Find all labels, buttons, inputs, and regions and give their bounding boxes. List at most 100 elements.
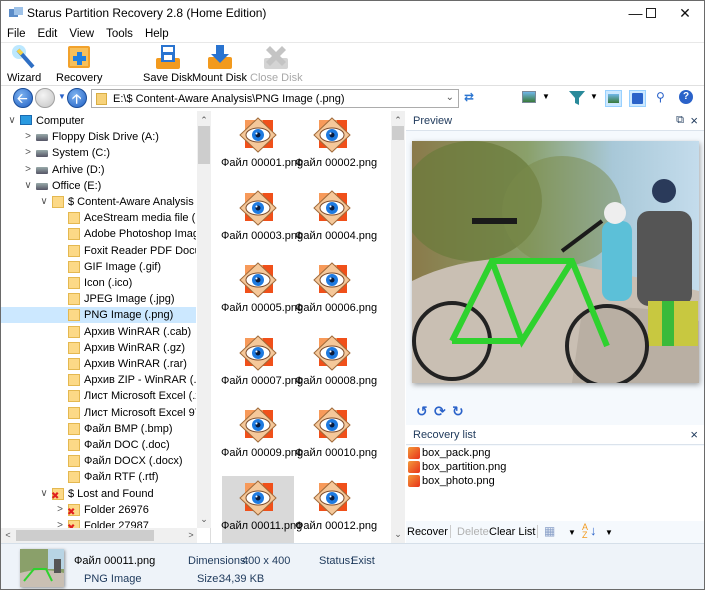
tree-item[interactable]: Файл DOC (.doc): [1, 437, 196, 453]
collapse-chevron-icon[interactable]: ∨: [39, 194, 49, 210]
view-dropdown-icon[interactable]: ▼: [542, 92, 550, 101]
expand-chevron-icon[interactable]: >: [55, 502, 65, 518]
scroll-up-icon[interactable]: ⌃: [391, 113, 405, 127]
maximize-button[interactable]: [637, 1, 665, 25]
address-dropdown-icon[interactable]: ⌄: [446, 92, 454, 103]
clear-list-button[interactable]: Clear List: [489, 526, 535, 538]
menu-view[interactable]: View: [63, 26, 100, 42]
tree-item[interactable]: Adobe Photoshop Image.1: [1, 226, 196, 242]
up-button[interactable]: 🡡: [67, 88, 87, 108]
refresh-icon[interactable]: ⇄: [464, 90, 474, 104]
tree-item[interactable]: Лист Microsoft Excel (.xlsx): [1, 388, 196, 404]
file-item[interactable]: Файл 00010.png: [295, 403, 377, 471]
tree-item[interactable]: Архив WinRAR (.rar): [1, 356, 196, 372]
tree-item[interactable]: AceStream media file (.mp: [1, 210, 196, 226]
save-disk-button[interactable]: Save Disk: [143, 44, 193, 84]
file-item[interactable]: Файл 00008.png: [295, 331, 377, 399]
recovery-list-item[interactable]: box_partition.png: [408, 460, 506, 474]
files-vertical-scrollbar[interactable]: ⌃ ⌄: [391, 111, 405, 543]
tree-item[interactable]: GIF Image (.gif): [1, 259, 196, 275]
filter-icon[interactable]: [569, 91, 585, 105]
recovery-list-toggle-button[interactable]: [629, 90, 646, 107]
collapse-chevron-icon[interactable]: ∨: [7, 113, 17, 129]
file-item[interactable]: Файл 00002.png: [295, 113, 377, 181]
preview-toggle-button[interactable]: [605, 90, 622, 107]
expand-chevron-icon[interactable]: >: [23, 145, 33, 161]
close-preview-icon[interactable]: ×: [690, 113, 698, 128]
tree-item[interactable]: Архив ZIP - WinRAR (.zip): [1, 372, 196, 388]
tree-item[interactable]: > System (C:): [1, 145, 196, 161]
back-button[interactable]: 🡠: [13, 88, 33, 108]
file-item[interactable]: Файл 00005.png: [221, 258, 303, 326]
tree-vertical-scrollbar[interactable]: ⌃ ⌄: [197, 111, 211, 528]
columns-icon[interactable]: ▦: [544, 524, 555, 538]
tree-item[interactable]: Лист Microsoft Excel 97-20: [1, 405, 196, 421]
history-dropdown-icon[interactable]: ▼: [58, 92, 66, 101]
file-item[interactable]: Файл 00004.png: [295, 186, 377, 254]
tree-item[interactable]: Foxit Reader PDF Documer: [1, 243, 196, 259]
filter-dropdown-icon[interactable]: ▼: [590, 92, 598, 101]
tree-item[interactable]: Icon (.ico): [1, 275, 196, 291]
recovery-list-item[interactable]: box_photo.png: [408, 474, 495, 488]
scroll-thumb[interactable]: [198, 126, 210, 164]
tree-item[interactable]: Файл BMP (.bmp): [1, 421, 196, 437]
tree-horizontal-scrollbar[interactable]: < >: [1, 528, 197, 543]
tree-item[interactable]: ∨ Computer: [1, 113, 196, 129]
search-icon[interactable]: ⚲: [656, 90, 665, 104]
close-disk-button[interactable]: Close Disk: [250, 44, 303, 84]
tree-item[interactable]: JPEG Image (.jpg): [1, 291, 196, 307]
scroll-thumb[interactable]: [392, 126, 404, 140]
recover-button[interactable]: Recover: [407, 526, 448, 538]
scroll-right-icon[interactable]: >: [184, 528, 198, 542]
sort-az-icon[interactable]: AZ: [582, 523, 588, 540]
file-item[interactable]: Файл 00003.png: [221, 186, 303, 254]
file-item[interactable]: Файл 00009.png: [221, 403, 303, 471]
tree-item[interactable]: Файл RTF (.rtf): [1, 469, 196, 485]
help-icon[interactable]: ?: [679, 90, 693, 104]
file-item[interactable]: Файл 00001.png: [221, 113, 303, 181]
rotate-right-icon[interactable]: ↻: [452, 403, 464, 420]
scroll-thumb[interactable]: [16, 530, 154, 541]
file-item[interactable]: Файл 00006.png: [295, 258, 377, 326]
scroll-up-icon[interactable]: ⌃: [197, 113, 211, 127]
scroll-down-icon[interactable]: ⌄: [391, 527, 405, 541]
file-item[interactable]: Файл 00012.png: [295, 476, 377, 544]
address-bar[interactable]: E:\$ Content-Aware Analysis\PNG Image (.…: [91, 89, 459, 108]
delete-button[interactable]: Delete: [457, 526, 489, 538]
tree-item[interactable]: Архив WinRAR (.gz): [1, 340, 196, 356]
file-item[interactable]: Файл 00007.png: [221, 331, 303, 399]
sort-dropdown-icon[interactable]: ▼: [605, 528, 613, 537]
mount-disk-button[interactable]: Mount Disk: [192, 44, 247, 84]
close-button[interactable]: ✕: [665, 1, 705, 25]
close-recovery-list-icon[interactable]: ×: [690, 427, 698, 442]
tree-item[interactable]: ∨ $ Content-Aware Analysis: [1, 194, 196, 210]
tree-item[interactable]: Файл DOCX (.docx): [1, 453, 196, 469]
forward-button[interactable]: [35, 88, 55, 108]
rotate-left-icon[interactable]: ↺: [416, 403, 428, 420]
expand-chevron-icon[interactable]: >: [23, 162, 33, 178]
expand-chevron-icon[interactable]: >: [23, 129, 33, 145]
tree-item[interactable]: > Arhive (D:): [1, 162, 196, 178]
tree-item[interactable]: > Floppy Disk Drive (A:): [1, 129, 196, 145]
tree-item[interactable]: ∨ ✖ $ Lost and Found: [1, 486, 196, 502]
recovery-list-item[interactable]: box_pack.png: [408, 446, 491, 460]
scroll-down-icon[interactable]: ⌄: [197, 512, 211, 526]
tree-item[interactable]: Архив WinRAR (.cab): [1, 324, 196, 340]
collapse-chevron-icon[interactable]: ∨: [23, 178, 33, 194]
menu-edit[interactable]: Edit: [32, 26, 64, 42]
tree-item[interactable]: PNG Image (.png): [1, 307, 196, 324]
file-item[interactable]: Файл 00011.png: [221, 476, 302, 544]
flip-icon[interactable]: ⟳: [434, 403, 446, 420]
tree-item[interactable]: > ✖ Folder 26976: [1, 502, 196, 518]
float-window-icon[interactable]: ⧉: [676, 114, 684, 127]
view-mode-icon[interactable]: [522, 91, 536, 103]
wizard-button[interactable]: Wizard: [7, 44, 41, 84]
collapse-chevron-icon[interactable]: ∨: [39, 486, 49, 502]
scroll-left-icon[interactable]: <: [1, 528, 15, 542]
columns-dropdown-icon[interactable]: ▼: [568, 528, 576, 537]
menu-help[interactable]: Help: [139, 26, 175, 42]
recovery-button[interactable]: Recovery: [56, 44, 102, 84]
menu-tools[interactable]: Tools: [100, 26, 139, 42]
tree-item[interactable]: ∨ Office (E:): [1, 178, 196, 194]
menu-file[interactable]: File: [1, 26, 32, 42]
